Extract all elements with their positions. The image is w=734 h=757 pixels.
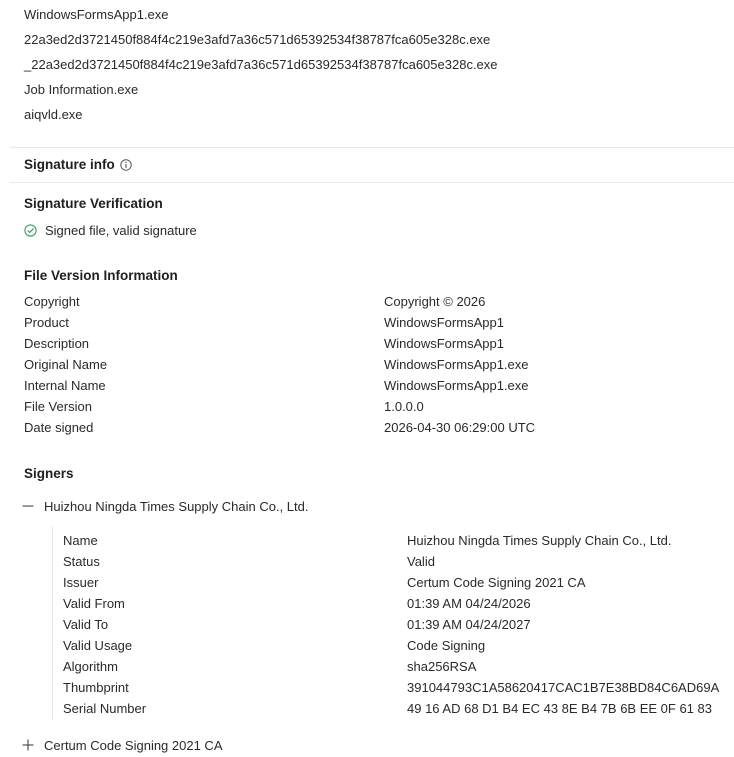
detail-value: Huizhou Ningda Times Supply Chain Co., L… bbox=[407, 533, 672, 548]
detail-key: Algorithm bbox=[63, 659, 118, 674]
signature-info-header: Signature info bbox=[10, 147, 734, 183]
info-circle-icon[interactable] bbox=[120, 159, 132, 171]
signer-toggle-huizhou[interactable]: Huizhou Ningda Times Supply Chain Co., L… bbox=[22, 497, 308, 515]
info-value: Copyright © 2026 bbox=[384, 294, 486, 309]
detail-value: Code Signing bbox=[407, 638, 486, 653]
detail-value: sha256RSA bbox=[407, 659, 477, 674]
file-name-item: aiqvld.exe bbox=[24, 107, 83, 122]
detail-value: Valid bbox=[407, 554, 435, 569]
detail-value: 01:39 AM 04/24/2027 bbox=[407, 617, 531, 632]
detail-key: Issuer bbox=[63, 575, 99, 590]
signer-detail-row: Valid Usage Code Signing bbox=[63, 637, 723, 658]
info-key: Copyright bbox=[24, 294, 80, 309]
signer-detail-row: Issuer Certum Code Signing 2021 CA bbox=[63, 574, 723, 595]
minus-icon bbox=[22, 500, 34, 512]
info-value: 2026-04-30 06:29:00 UTC bbox=[384, 420, 536, 435]
info-value: WindowsFormsApp1 bbox=[384, 336, 504, 351]
detail-key: Thumbprint bbox=[63, 680, 129, 695]
file-version-info-table: Copyright Copyright © 2026 Product Windo… bbox=[24, 293, 724, 440]
detail-value: 49 16 AD 68 D1 B4 EC 43 8E B4 7B 6B EE 0… bbox=[407, 701, 712, 716]
detail-value: 01:39 AM 04/24/2026 bbox=[407, 596, 531, 611]
info-key: Description bbox=[24, 336, 90, 351]
signer-name: Certum Code Signing 2021 CA bbox=[44, 737, 223, 753]
info-key: File Version bbox=[24, 399, 92, 414]
check-circle-icon bbox=[24, 224, 37, 237]
signature-info-title: Signature info bbox=[24, 157, 115, 172]
file-names-list: WindowsFormsApp1.exe 22a3ed2d3721450f884… bbox=[24, 6, 498, 131]
file-name-item: 22a3ed2d3721450f884f4c219e3afd7a36c571d6… bbox=[24, 32, 491, 47]
info-row-copyright: Copyright Copyright © 2026 bbox=[24, 293, 724, 314]
detail-key: Valid Usage bbox=[63, 638, 133, 653]
info-row-original-name: Original Name WindowsFormsApp1.exe bbox=[24, 356, 724, 377]
signers-title: Signers bbox=[24, 466, 74, 481]
info-row-date-signed: Date signed 2026-04-30 06:29:00 UTC bbox=[24, 419, 724, 440]
detail-key: Serial Number bbox=[63, 701, 147, 716]
detail-key: Valid From bbox=[63, 596, 125, 611]
file-name-item: Job Information.exe bbox=[24, 82, 139, 97]
signer-detail-row: Valid From 01:39 AM 04/24/2026 bbox=[63, 595, 723, 616]
info-value: WindowsFormsApp1 bbox=[384, 315, 504, 330]
signature-verification-title: Signature Verification bbox=[24, 196, 163, 211]
file-name-item: _22a3ed2d3721450f884f4c219e3afd7a36c571d… bbox=[24, 57, 498, 72]
signature-status-text: Signed file, valid signature bbox=[45, 223, 197, 238]
detail-value: Certum Code Signing 2021 CA bbox=[407, 575, 586, 590]
signer-detail-row: Thumbprint 391044793C1A58620417CAC1B7E38… bbox=[63, 679, 723, 700]
info-value: WindowsFormsApp1.exe bbox=[384, 357, 529, 372]
signer-detail-row: Status Valid bbox=[63, 553, 723, 574]
file-version-info-title: File Version Information bbox=[24, 268, 178, 283]
file-name-item: WindowsFormsApp1.exe bbox=[24, 7, 169, 22]
detail-key: Name bbox=[63, 533, 98, 548]
signer-detail-row: Serial Number 49 16 AD 68 D1 B4 EC 43 8E… bbox=[63, 700, 723, 721]
signer-details-panel: Name Huizhou Ningda Times Supply Chain C… bbox=[52, 527, 725, 720]
signer-detail-row: Algorithm sha256RSA bbox=[63, 658, 723, 679]
info-key: Product bbox=[24, 315, 69, 330]
info-value: 1.0.0.0 bbox=[384, 399, 424, 414]
info-key: Date signed bbox=[24, 420, 94, 435]
detail-value: 391044793C1A58620417CAC1B7E38BD84C6AD69A bbox=[407, 680, 720, 695]
signature-status: Signed file, valid signature bbox=[24, 222, 197, 239]
detail-key: Status bbox=[63, 554, 100, 569]
plus-icon bbox=[22, 739, 34, 751]
detail-key: Valid To bbox=[63, 617, 109, 632]
info-key: Original Name bbox=[24, 357, 108, 372]
info-value: WindowsFormsApp1.exe bbox=[384, 378, 529, 393]
signer-toggle-certum[interactable]: Certum Code Signing 2021 CA bbox=[22, 736, 223, 754]
info-row-internal-name: Internal Name WindowsFormsApp1.exe bbox=[24, 377, 724, 398]
info-key: Internal Name bbox=[24, 378, 106, 393]
signer-name: Huizhou Ningda Times Supply Chain Co., L… bbox=[44, 498, 309, 514]
signer-detail-row: Name Huizhou Ningda Times Supply Chain C… bbox=[63, 532, 723, 553]
info-row-product: Product WindowsFormsApp1 bbox=[24, 314, 724, 335]
info-row-description: Description WindowsFormsApp1 bbox=[24, 335, 724, 356]
signer-detail-row: Valid To 01:39 AM 04/24/2027 bbox=[63, 616, 723, 637]
info-row-file-version: File Version 1.0.0.0 bbox=[24, 398, 724, 419]
